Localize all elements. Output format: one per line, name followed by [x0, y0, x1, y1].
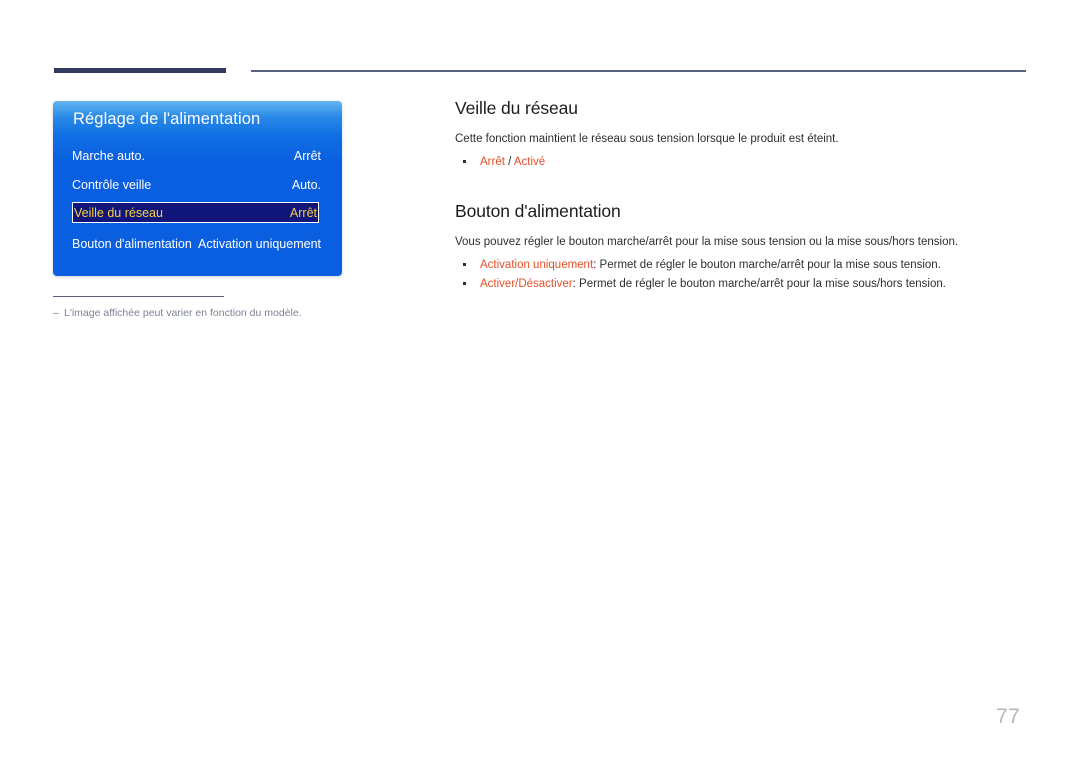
footnote-text: L'image affichée peut varier en fonction…	[64, 307, 302, 320]
osd-item-value: Arrêt	[293, 148, 321, 163]
bullet-square-icon	[463, 281, 467, 285]
option-description: : Permet de régler le bouton marche/arrê…	[593, 258, 941, 271]
bullet-list-veille-du-reseau: Arrêt / Activé	[455, 153, 1027, 172]
option-term: Activation uniquement	[480, 258, 594, 271]
footnote-text-row: – L'image affichée peut varier en fonctio…	[53, 307, 473, 319]
bullet-list-bouton-alimentation: Activation uniquement: Permet de régler …	[455, 256, 1027, 293]
header-accent-bar	[54, 68, 226, 73]
list-item: Activation uniquement: Permet de régler …	[455, 256, 1027, 275]
option-term: Activer/Désactiver	[480, 277, 573, 290]
osd-menu-title: Réglage de l'alimentation	[73, 110, 261, 128]
osd-menu-item-marche-auto[interactable]: Marche auto. Arrêt	[72, 145, 321, 166]
bullet-square-icon	[463, 159, 467, 163]
osd-menu-panel: Réglage de l'alimentation Marche auto. A…	[53, 101, 342, 276]
osd-menu-item-controle-veille[interactable]: Contrôle veille Auto.	[72, 174, 321, 195]
osd-item-label: Veille du réseau	[74, 205, 163, 220]
option-description: : Permet de régler le bouton marche/arrê…	[572, 277, 946, 290]
osd-item-value: Activation uniquement	[198, 236, 321, 251]
list-item: Activer/Désactiver: Permet de régler le …	[455, 275, 1027, 294]
section-heading-veille-du-reseau: Veille du réseau	[455, 98, 578, 118]
page-header	[0, 0, 1080, 90]
list-item: Arrêt / Activé	[455, 153, 1027, 172]
osd-item-label: Bouton d'alimentation	[72, 236, 192, 251]
osd-item-value: Auto.	[291, 177, 321, 192]
section-intro-bouton-alimentation: Vous pouvez régler le bouton marche/arrê…	[455, 236, 959, 249]
osd-menu-item-bouton-alimentation[interactable]: Bouton d'alimentation Activation uniquem…	[72, 233, 321, 254]
page-number: 77	[996, 705, 1021, 728]
option-term: Arrêt	[480, 155, 505, 168]
footnote-divider	[53, 296, 224, 298]
osd-item-label: Contrôle veille	[72, 177, 152, 192]
section-intro-veille-du-reseau: Cette fonction maintient le réseau sous …	[455, 133, 839, 145]
bullet-square-icon	[463, 262, 467, 267]
osd-item-label: Marche auto.	[72, 148, 145, 163]
osd-menu-item-veille-du-reseau-selected[interactable]: Veille du réseau Arrêt	[72, 202, 319, 223]
header-divider-line	[251, 70, 1026, 72]
footnote-block: – L'image affichée peut varier en fonctio…	[53, 296, 473, 319]
option-separator: /	[504, 155, 514, 168]
article-content: Veille du réseau Cette fonction maintien…	[455, 98, 1027, 293]
section-heading-bouton-alimentation: Bouton d'alimentation	[455, 201, 621, 222]
osd-item-value: Arrêt	[289, 205, 317, 220]
footnote-dash: –	[53, 307, 59, 320]
option-term-secondary: Activé	[513, 155, 546, 168]
